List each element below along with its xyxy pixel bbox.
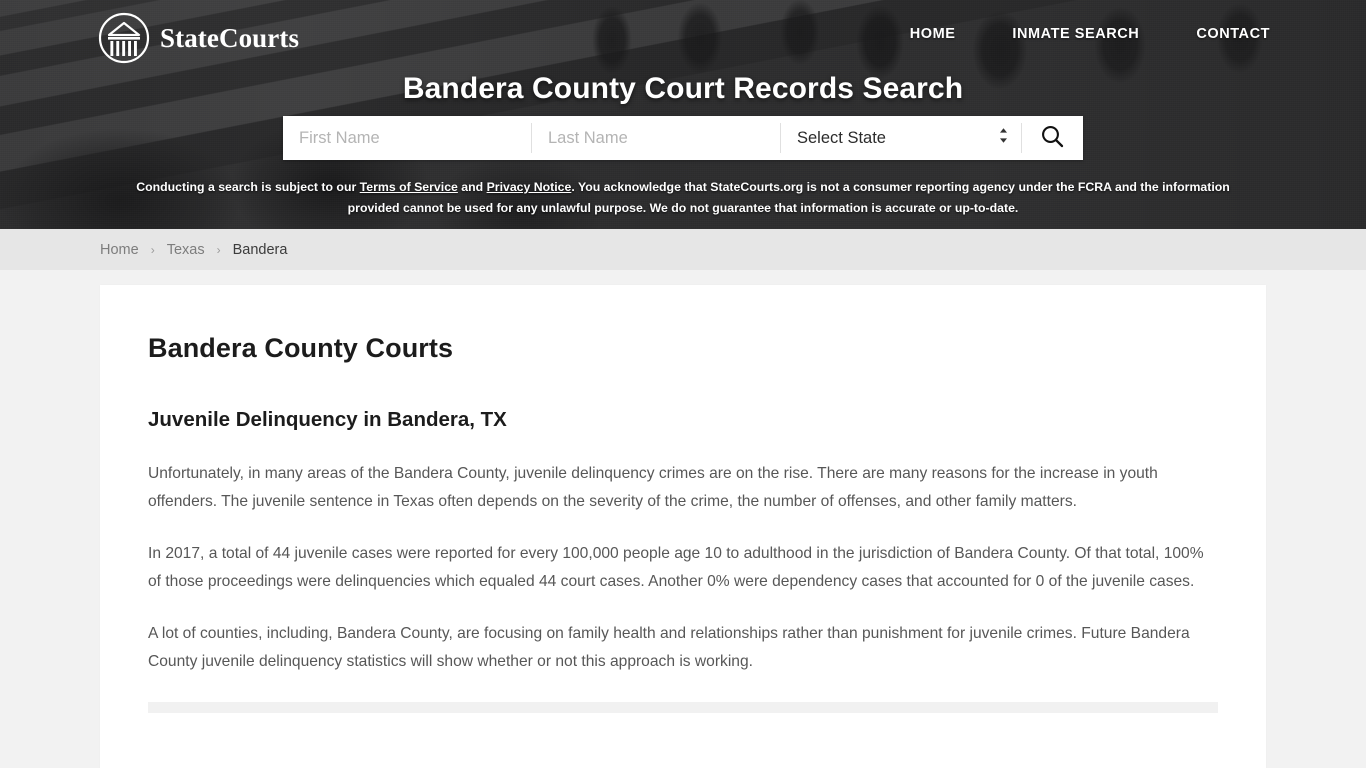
- privacy-notice-link[interactable]: Privacy Notice: [487, 180, 572, 194]
- last-name-input[interactable]: [532, 116, 780, 160]
- courthouse-circle-icon: [98, 12, 150, 64]
- table-header: [148, 702, 1218, 713]
- breadcrumb-item-home[interactable]: Home: [100, 242, 139, 258]
- search-disclaimer: Conducting a search is subject to our Te…: [133, 177, 1233, 219]
- search-submit-button[interactable]: [1022, 116, 1082, 160]
- nav-item-home[interactable]: HOME: [910, 26, 956, 42]
- hero-title: Bandera County Court Records Search: [402, 72, 964, 105]
- breadcrumb-item-bandera: Bandera: [232, 241, 288, 258]
- main-navigation: HOME INMATE SEARCH CONTACT: [910, 26, 1270, 42]
- content-card: Bandera County Courts Juvenile Delinquen…: [100, 285, 1266, 768]
- table-header-cell: [148, 702, 1218, 713]
- brand-logo-link[interactable]: StateCourts: [98, 12, 299, 64]
- nav-item-contact[interactable]: CONTACT: [1196, 26, 1270, 42]
- brand-name: StateCourts: [160, 22, 300, 53]
- terms-of-service-link[interactable]: Terms of Service: [360, 180, 458, 194]
- search-icon: [1040, 124, 1065, 152]
- record-search-form: Select State: [283, 116, 1083, 160]
- section-title: Juvenile Delinquency in Bandera, TX: [148, 408, 507, 431]
- breadcrumb-item-texas[interactable]: Texas: [167, 242, 205, 258]
- page-body: Bandera County Courts Juvenile Delinquen…: [0, 270, 1366, 768]
- state-select[interactable]: Select State: [781, 116, 1021, 160]
- site-header: StateCourts HOME INMATE SEARCH CONTACT B…: [0, 0, 1366, 229]
- disclaimer-text-2: and: [457, 180, 487, 194]
- breadcrumb: Home › Texas › Bandera: [0, 229, 1366, 270]
- page-title: Bandera County Courts: [148, 333, 454, 363]
- paragraph-statistics: In 2017, a total of 44 juvenile cases we…: [148, 545, 1204, 590]
- breadcrumb-separator-icon: ›: [150, 242, 155, 257]
- disclaimer-text-1: Conducting a search is subject to our: [136, 180, 360, 194]
- breadcrumb-separator-icon: ›: [216, 242, 221, 257]
- state-select-wrapper: Select State: [781, 116, 1021, 160]
- table-header-row: [148, 702, 1218, 713]
- paragraph-intro: Unfortunately, in many areas of the Band…: [148, 465, 1158, 510]
- paragraph-outlook: A lot of counties, including, Bandera Co…: [148, 625, 1190, 670]
- juvenile-statistics-table: [148, 702, 1218, 713]
- nav-item-inmate-search[interactable]: INMATE SEARCH: [1012, 26, 1139, 42]
- first-name-input[interactable]: [283, 116, 531, 160]
